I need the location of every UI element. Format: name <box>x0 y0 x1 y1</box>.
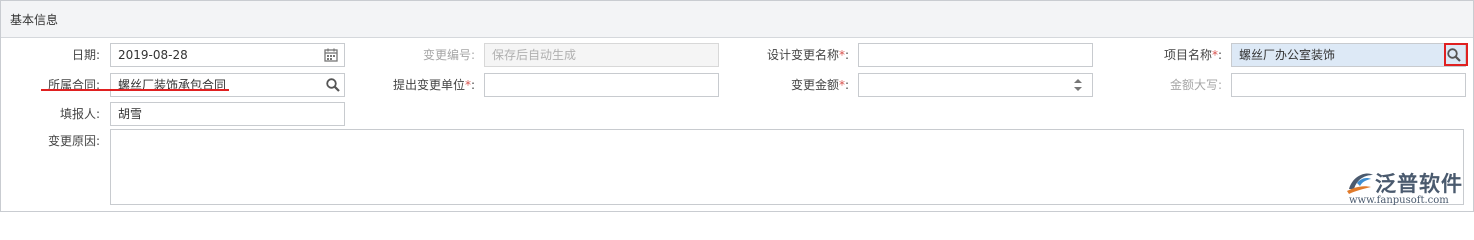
panel-title: 基本信息 <box>10 13 59 27</box>
contract-value: 螺丝厂装饰承包合同 <box>118 78 227 92</box>
search-button-highlight <box>1444 43 1468 66</box>
change-no-label: 变更编号: <box>422 48 475 62</box>
reason-textarea[interactable] <box>110 129 1464 205</box>
submit-unit-label: 提出变更单位*: <box>392 78 475 92</box>
reporter-value: 胡雪 <box>118 107 143 121</box>
contract-field[interactable]: 螺丝厂装饰承包合同 <box>110 73 345 97</box>
change-amount-label: 变更金额*: <box>790 78 849 92</box>
spinner-icon[interactable] <box>1074 77 1082 93</box>
project-name-field[interactable]: 螺丝厂办公室装饰 <box>1231 43 1466 67</box>
change-no-field[interactable]: 保存后自动生成 <box>484 43 719 67</box>
change-no-placeholder: 保存后自动生成 <box>492 48 577 62</box>
date-label: 日期: <box>71 48 100 62</box>
design-change-name-label: 设计变更名称*: <box>766 48 849 62</box>
change-amount-field[interactable] <box>858 73 1093 97</box>
calendar-icon[interactable] <box>323 47 339 63</box>
fanpu-logo-mark-icon <box>1347 173 1373 194</box>
search-icon[interactable] <box>325 77 341 93</box>
date-value: 2019-08-28 <box>118 48 188 62</box>
project-name-label: 项目名称*: <box>1163 48 1222 62</box>
panel-header: 基本信息 <box>1 1 1473 38</box>
logo-text: 泛普软件 <box>1375 172 1463 196</box>
contract-underline-annotation <box>41 89 229 91</box>
reporter-field[interactable]: 胡雪 <box>110 102 345 126</box>
submit-unit-field[interactable] <box>484 73 719 97</box>
amount-upper-label: 金额大写: <box>1169 78 1222 92</box>
date-field[interactable]: 2019-08-28 <box>110 43 345 67</box>
fanpu-logo: 泛普软件 www.fanpusoft.com <box>1339 165 1471 209</box>
contract-label: 所属合同: <box>47 78 100 92</box>
logo-url: www.fanpusoft.com <box>1349 195 1449 206</box>
reason-label: 变更原因: <box>47 134 100 148</box>
design-change-name-field[interactable] <box>858 43 1093 67</box>
project-name-value: 螺丝厂办公室装饰 <box>1239 48 1336 62</box>
amount-upper-field[interactable] <box>1231 73 1466 97</box>
basic-info-panel: 基本信息 日期: 2019-08-28 变更编号: 保存后自动生成 设计变更名称… <box>0 0 1474 212</box>
reporter-label: 填报人: <box>59 107 100 121</box>
